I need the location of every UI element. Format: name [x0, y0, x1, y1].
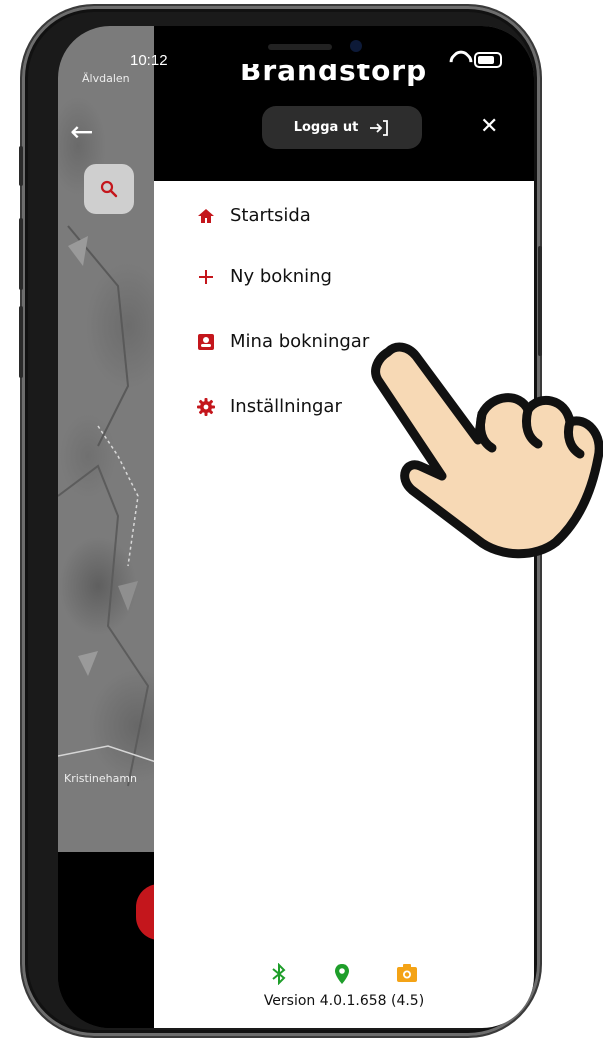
logout-label: Logga ut — [293, 120, 359, 135]
menu-item-ny-bokning[interactable]: Ny bokning — [196, 266, 332, 287]
phone-speaker — [268, 44, 332, 50]
search-icon — [100, 180, 118, 198]
search-button[interactable] — [84, 164, 134, 214]
camera-icon — [397, 964, 417, 982]
menu-item-mina-bokningar[interactable]: Mina bokningar — [196, 331, 369, 352]
phone-side-button — [19, 146, 23, 186]
footer-status-icons — [154, 963, 534, 985]
contact-card-icon — [196, 332, 216, 352]
back-arrow-icon[interactable]: ← — [70, 118, 93, 146]
phone-volume-down — [19, 306, 23, 378]
menu-item-installningar[interactable]: Inställningar — [196, 396, 342, 417]
bluetooth-icon — [272, 963, 286, 985]
status-time: 10:12 — [130, 52, 168, 69]
menu-item-startsida[interactable]: Startsida — [196, 205, 311, 226]
menu-label-installningar: Inställningar — [230, 396, 342, 417]
battery-icon — [474, 52, 502, 68]
logout-icon — [370, 119, 389, 136]
map-label-kristinehamn: Kristinehamn — [64, 772, 138, 785]
plus-icon — [196, 267, 216, 287]
logout-button[interactable]: Logga ut — [262, 106, 422, 149]
app-version: Version 4.0.1.658 (4.5) — [263, 993, 425, 1009]
gear-icon — [196, 397, 216, 417]
pointing-hand-icon — [371, 342, 603, 559]
map-label-alvdalen: Älvdalen — [82, 72, 130, 85]
close-icon[interactable]: ✕ — [480, 116, 498, 138]
drawer-menu: Startsida Ny bokning Mina bokningar Inst… — [154, 181, 534, 1028]
menu-label-startsida: Startsida — [230, 205, 311, 226]
location-pin-icon — [335, 964, 349, 984]
phone-volume-up — [19, 218, 23, 290]
brand-name: Brandstorp rental — [240, 64, 428, 88]
brand-logo: Brandstorp rental — [240, 64, 480, 88]
menu-label-mina-bokningar: Mina bokningar — [230, 331, 370, 352]
front-camera — [350, 40, 362, 52]
home-icon — [196, 206, 216, 226]
menu-label-ny-bokning: Ny bokning — [230, 266, 332, 287]
